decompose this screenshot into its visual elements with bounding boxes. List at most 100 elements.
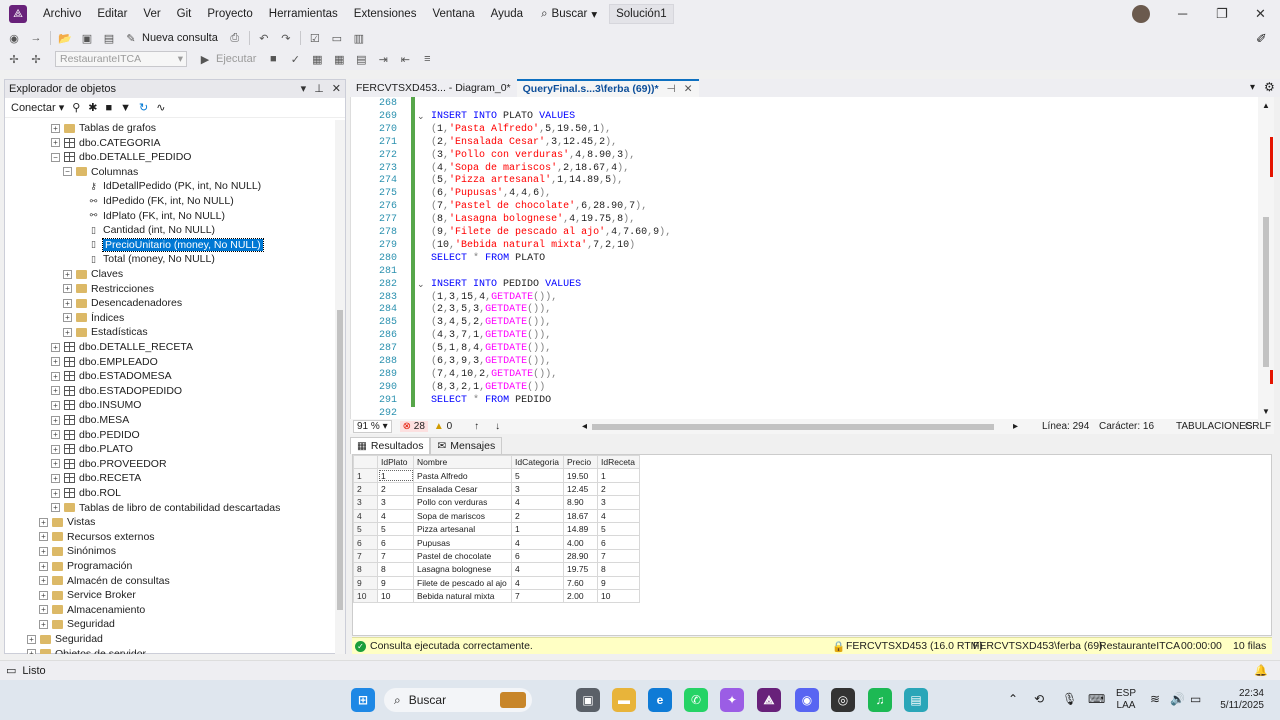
- table-cell[interactable]: 8: [597, 562, 640, 577]
- table-cell[interactable]: 4: [511, 535, 564, 550]
- expand-icon[interactable]: +: [51, 430, 60, 440]
- row-number[interactable]: 7: [353, 548, 378, 564]
- tree-node[interactable]: ⚯ IdPedido (FK, int, No NULL): [75, 194, 234, 208]
- execute-icon[interactable]: ▶: [197, 52, 213, 66]
- tree-node[interactable]: + Almacenamiento: [39, 603, 145, 617]
- expand-icon[interactable]: +: [39, 546, 48, 556]
- code-line[interactable]: (7,'Pastel de chocolate',6,28.90,7),: [431, 201, 647, 212]
- filter-icon[interactable]: ▼: [120, 102, 131, 114]
- keyboard-icon[interactable]: ⌨: [1088, 692, 1105, 706]
- menu-herramientas[interactable]: Herramientas: [269, 8, 338, 20]
- code-line[interactable]: (6,'Pupusas',4,4,6),: [431, 188, 551, 199]
- feedback-icon[interactable]: ✐: [1256, 31, 1267, 47]
- char-indicator[interactable]: Carácter: 16: [1099, 421, 1154, 432]
- table-cell[interactable]: 4.00: [563, 535, 598, 550]
- database-select[interactable]: RestauranteITCA ▾: [55, 51, 187, 67]
- tree-node[interactable]: + Claves: [63, 267, 123, 281]
- table-cell[interactable]: Filete de pescado al ajo: [413, 575, 512, 590]
- code-line[interactable]: (8,'Lasagna bolognese',4,19.75,8),: [431, 214, 635, 225]
- tree-node[interactable]: − Columnas: [63, 165, 138, 179]
- code-line[interactable]: (10,'Bebida natural mixta',7,2,10): [431, 240, 635, 251]
- arrow-down-icon[interactable]: ↓: [495, 421, 500, 432]
- table-cell[interactable]: Pastel de chocolate: [413, 548, 512, 564]
- table-cell[interactable]: Lasagna bolognese: [413, 562, 512, 577]
- table-row[interactable]: 2 2 Ensalada Cesar 3 12.45 2: [353, 481, 640, 497]
- expand-icon[interactable]: +: [63, 327, 72, 337]
- tabs-indicator[interactable]: TABULACIONES: [1176, 421, 1253, 432]
- table-cell[interactable]: 19.50: [563, 468, 598, 483]
- edge-icon[interactable]: e: [648, 688, 672, 712]
- code-line[interactable]: SELECT * FROM PEDIDO: [431, 395, 551, 406]
- expand-icon[interactable]: +: [51, 138, 60, 148]
- notepad-icon[interactable]: ▤: [904, 688, 928, 712]
- table-cell[interactable]: 3: [511, 481, 564, 497]
- redo-icon[interactable]: ↷: [278, 31, 294, 45]
- object-explorer-scrollbar[interactable]: [335, 120, 345, 654]
- tree-node[interactable]: + Estadísticas: [63, 325, 148, 339]
- tab-messages[interactable]: ✉ Mensajes: [430, 437, 503, 454]
- expand-icon[interactable]: +: [63, 313, 72, 323]
- sql-editor[interactable]: 268 269 270 271 272 273 274 275 276 277 278 279 280 2…: [350, 97, 1274, 419]
- menu-ventana[interactable]: Ventana: [432, 8, 474, 20]
- whatsapp-icon[interactable]: ✆: [684, 688, 708, 712]
- display-plan-icon[interactable]: ▦: [309, 52, 325, 66]
- pin-icon[interactable]: ⊣: [667, 83, 676, 95]
- table-cell[interactable]: Pizza artesanal: [413, 521, 512, 537]
- execute-button[interactable]: Ejecutar: [216, 53, 256, 65]
- discord-icon[interactable]: ◉: [795, 688, 819, 712]
- expand-icon[interactable]: +: [39, 532, 48, 542]
- copilot-icon[interactable]: ✦: [720, 688, 744, 712]
- code-line[interactable]: (4,3,7,1,GETDATE()),: [431, 330, 551, 341]
- row-number[interactable]: 8: [353, 562, 378, 577]
- table-cell[interactable]: 9: [377, 575, 414, 590]
- table-cell[interactable]: 18.67: [563, 508, 598, 523]
- column-header[interactable]: Precio: [563, 455, 598, 470]
- table-cell[interactable]: 2: [377, 481, 414, 497]
- menu-ver[interactable]: Ver: [143, 8, 160, 20]
- expand-icon[interactable]: +: [51, 415, 60, 425]
- expand-icon[interactable]: +: [27, 649, 36, 654]
- tree-node[interactable]: ▯ Cantidad (int, No NULL): [75, 223, 215, 237]
- chrome-icon[interactable]: ◎: [831, 688, 855, 712]
- table-cell[interactable]: 14.89: [563, 521, 598, 537]
- check-icon[interactable]: ✓: [287, 52, 303, 66]
- open-folder-icon[interactable]: 📂: [57, 31, 73, 45]
- tab-queryfinal[interactable]: QueryFinal.s...3\ferba (69))* ⊣ ✕: [516, 79, 699, 97]
- expand-icon[interactable]: +: [63, 269, 72, 279]
- stop-icon[interactable]: ■: [106, 102, 113, 114]
- tree-node[interactable]: + Seguridad: [27, 632, 103, 646]
- tree-node[interactable]: + Índices: [63, 311, 124, 325]
- table-cell[interactable]: 3: [597, 495, 640, 510]
- tree-node[interactable]: ⚯ IdPlato (FK, int, No NULL): [75, 209, 225, 223]
- row-number[interactable]: 3: [353, 495, 378, 510]
- tree-node[interactable]: + dbo.ESTADOMESA: [51, 369, 172, 383]
- row-header-corner[interactable]: [353, 455, 378, 470]
- tree-node[interactable]: + dbo.ESTADOPEDIDO: [51, 384, 182, 398]
- menu-editar[interactable]: Editar: [97, 8, 127, 20]
- code-line[interactable]: (4,'Sopa de mariscos',2,18.67,4),: [431, 163, 629, 174]
- code-line[interactable]: (2,3,5,3,GETDATE()),: [431, 304, 551, 315]
- table-row[interactable]: 1 1 Pasta Alfredo 5 19.50 1: [353, 468, 640, 483]
- column-header[interactable]: Nombre: [413, 455, 512, 470]
- tree-node[interactable]: + dbo.PROVEEDOR: [51, 457, 167, 471]
- expand-icon[interactable]: +: [39, 517, 48, 527]
- save-icon[interactable]: ▣: [79, 31, 95, 45]
- tree-node[interactable]: ⚷ IdDetallPedido (PK, int, No NULL): [75, 179, 261, 193]
- maximize-icon[interactable]: ❐: [1216, 6, 1228, 22]
- table-row[interactable]: 9 9 Filete de pescado al ajo 4 7.60 9: [353, 575, 640, 590]
- expand-icon[interactable]: +: [63, 298, 72, 308]
- zoom-select[interactable]: 91 % ▾: [353, 420, 392, 433]
- minimize-icon[interactable]: ─: [1178, 6, 1187, 21]
- table-cell[interactable]: 4: [511, 495, 564, 510]
- code-line[interactable]: (5,'Pizza artesanal',1,14.89,5),: [431, 175, 623, 186]
- table-cell[interactable]: 7.60: [563, 575, 598, 590]
- notification-icon[interactable]: 🔔: [1254, 664, 1268, 677]
- code-line[interactable]: (5,1,8,4,GETDATE()),: [431, 343, 551, 354]
- tree-node[interactable]: + Service Broker: [39, 588, 136, 602]
- wifi-icon[interactable]: ≋: [1150, 692, 1160, 706]
- expand-icon[interactable]: +: [39, 590, 48, 600]
- refresh-icon[interactable]: ↻: [139, 101, 148, 114]
- table-cell[interactable]: 7: [511, 588, 564, 604]
- menu-proyecto[interactable]: Proyecto: [207, 8, 252, 20]
- tree-node[interactable]: + dbo.RECETA: [51, 471, 141, 485]
